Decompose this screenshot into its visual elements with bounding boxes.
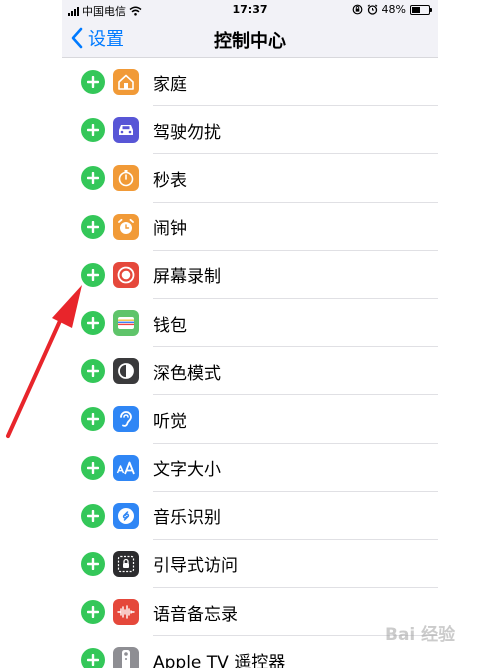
plus-icon — [87, 413, 99, 426]
alarm-clock-icon — [113, 213, 139, 240]
add-control-button[interactable] — [81, 551, 105, 576]
nav-bar: 设置 控制中心 — [62, 20, 438, 58]
guided-access-icon — [113, 550, 139, 577]
back-label: 设置 — [88, 29, 124, 50]
item-label: 音乐识别 — [153, 508, 221, 529]
list-item: 音乐识别 — [62, 492, 438, 540]
add-control-button[interactable] — [81, 503, 105, 528]
battery-icon — [410, 4, 432, 15]
voice-memo-icon — [113, 599, 139, 626]
stopwatch-icon — [113, 165, 139, 192]
list-item: 驾驶勿扰 — [62, 106, 438, 155]
item-label: 驾驶勿扰 — [153, 122, 221, 143]
add-control-button[interactable] — [81, 648, 105, 668]
dark-mode-icon — [113, 358, 139, 385]
watermark: Bai 经验 — [385, 625, 456, 645]
item-label: Apple TV 遥控器 — [153, 652, 286, 668]
plus-icon — [87, 365, 99, 378]
item-label: 钱包 — [153, 315, 187, 336]
alarm-icon — [367, 4, 377, 15]
status-right: 48% — [352, 3, 432, 16]
phone-screen: 中国电信 17:37 48% 设置 控制中心 家庭 驾驶勿扰 秒表 闹钟 屏幕录… — [62, 0, 438, 668]
list-item: Apple TV 遥控器 — [62, 636, 438, 668]
list-item: 文字大小 — [62, 444, 438, 492]
item-label: 听觉 — [153, 411, 187, 432]
item-label: 引导式访问 — [153, 556, 238, 577]
add-control-button[interactable] — [81, 455, 105, 480]
list-item: 引导式访问 — [62, 540, 438, 589]
orientation-lock-icon — [352, 4, 362, 15]
home-icon — [113, 69, 139, 96]
add-control-button[interactable] — [81, 118, 105, 143]
list-item: 闹钟 — [62, 203, 438, 251]
item-label: 文字大小 — [153, 460, 221, 481]
plus-icon — [87, 509, 99, 522]
ear-icon — [113, 406, 139, 433]
status-bar: 中国电信 17:37 48% — [62, 0, 438, 20]
item-label: 屏幕录制 — [153, 267, 221, 288]
list-item: 深色模式 — [62, 347, 438, 396]
add-control-button[interactable] — [81, 600, 105, 625]
wallet-icon — [113, 310, 139, 337]
car-icon — [113, 117, 139, 144]
add-control-button[interactable] — [81, 166, 105, 191]
battery-percent: 48% — [381, 3, 406, 16]
plus-icon — [87, 654, 99, 667]
list-item: 家庭 — [62, 58, 438, 107]
text-size-icon — [113, 454, 139, 481]
add-control-button[interactable] — [81, 262, 105, 287]
battery-fill — [412, 6, 420, 13]
list-item: 屏幕录制 — [62, 251, 438, 299]
plus-icon — [87, 172, 99, 185]
plus-icon — [87, 76, 99, 89]
chevron-left-icon — [71, 27, 83, 49]
back-button[interactable]: 设置 — [70, 25, 124, 51]
plus-icon — [87, 268, 99, 281]
plus-icon — [87, 461, 99, 474]
plus-icon — [87, 220, 99, 233]
plus-icon — [87, 317, 99, 330]
add-control-button[interactable] — [81, 214, 105, 239]
tv-remote-icon — [113, 647, 139, 668]
item-label: 闹钟 — [153, 219, 187, 240]
list-item: 秒表 — [62, 154, 438, 203]
more-controls-list: 家庭 驾驶勿扰 秒表 闹钟 屏幕录制 钱包 深色模式 听觉 文字大小 音乐识别 … — [62, 58, 438, 668]
plus-icon — [87, 124, 99, 137]
shazam-icon — [113, 502, 139, 529]
add-control-button[interactable] — [81, 359, 105, 384]
item-label: 家庭 — [153, 74, 187, 95]
item-label: 秒表 — [153, 170, 187, 191]
screen-record-icon — [113, 261, 139, 288]
item-label: 深色模式 — [153, 363, 221, 384]
add-control-button[interactable] — [81, 70, 105, 95]
plus-icon — [87, 606, 99, 619]
add-control-button[interactable] — [81, 407, 105, 432]
list-item: 钱包 — [62, 299, 438, 348]
list-item: 听觉 — [62, 395, 438, 444]
list-item: 语音备忘录 — [62, 588, 438, 637]
plus-icon — [87, 557, 99, 570]
add-control-button[interactable] — [81, 311, 105, 336]
item-label: 语音备忘录 — [153, 604, 238, 625]
